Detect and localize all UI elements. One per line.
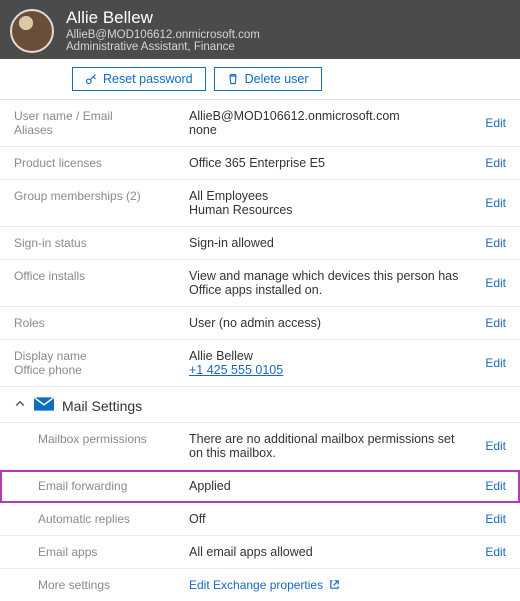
user-role: Administrative Assistant, Finance xyxy=(66,41,260,53)
office-phone-link[interactable]: +1 425 555 0105 xyxy=(189,363,462,377)
delete-user-button[interactable]: Delete user xyxy=(214,67,322,91)
label-email-apps: Email apps xyxy=(14,545,189,559)
label-roles: Roles xyxy=(14,316,189,330)
label-group-memberships: Group memberships (2) xyxy=(14,189,189,203)
edit-mailbox-permissions[interactable]: Edit xyxy=(485,439,506,453)
label-office-installs: Office installs xyxy=(14,269,189,283)
value-display-name: Allie Bellew +1 425 555 0105 xyxy=(189,349,462,377)
user-header-text: Allie Bellew AllieB@MOD106612.onmicrosof… xyxy=(66,8,260,53)
row-username-email: User name / Email Aliases AllieB@MOD1066… xyxy=(0,100,520,147)
row-email-forwarding: Email forwarding Applied Edit xyxy=(0,470,520,503)
value-email-apps: All email apps allowed xyxy=(189,545,462,559)
value-group-memberships: All Employees Human Resources xyxy=(189,189,462,217)
label-username-email: User name / Email Aliases xyxy=(14,109,189,137)
edit-group-memberships[interactable]: Edit xyxy=(485,196,506,210)
delete-user-label: Delete user xyxy=(245,72,309,86)
value-more-settings: Edit Exchange properties xyxy=(189,578,462,592)
user-name: Allie Bellew xyxy=(66,8,260,28)
value-product-licenses: Office 365 Enterprise E5 xyxy=(189,156,462,170)
value-username-email: AllieB@MOD106612.onmicrosoft.com none xyxy=(189,109,462,137)
label-more-settings: More settings xyxy=(14,578,189,592)
trash-icon xyxy=(227,73,239,85)
row-mailbox-permissions: Mailbox permissions There are no additio… xyxy=(0,423,520,470)
label-mailbox-permissions: Mailbox permissions xyxy=(14,432,189,446)
row-automatic-replies: Automatic replies Off Edit xyxy=(0,503,520,536)
action-bar: Reset password Delete user xyxy=(0,59,520,100)
value-roles: User (no admin access) xyxy=(189,316,462,330)
edit-office-installs[interactable]: Edit xyxy=(485,276,506,290)
mail-settings-header[interactable]: Mail Settings xyxy=(0,387,520,423)
label-email-forwarding: Email forwarding xyxy=(14,479,189,493)
edit-signin-status[interactable]: Edit xyxy=(485,236,506,250)
row-display-name: Display name Office phone Allie Bellew +… xyxy=(0,340,520,387)
edit-automatic-replies[interactable]: Edit xyxy=(485,512,506,526)
value-automatic-replies: Off xyxy=(189,512,462,526)
chevron-up-icon xyxy=(14,398,26,413)
row-office-installs: Office installs View and manage which de… xyxy=(0,260,520,307)
label-signin-status: Sign-in status xyxy=(14,236,189,250)
reset-password-label: Reset password xyxy=(103,72,193,86)
row-roles: Roles User (no admin access) Edit xyxy=(0,307,520,340)
user-header: Allie Bellew AllieB@MOD106612.onmicrosof… xyxy=(0,0,520,59)
value-office-installs: View and manage which devices this perso… xyxy=(189,269,462,297)
mail-settings-title: Mail Settings xyxy=(62,398,142,414)
edit-display-name[interactable]: Edit xyxy=(485,356,506,370)
avatar xyxy=(10,9,54,53)
edit-exchange-properties-link[interactable]: Edit Exchange properties xyxy=(189,578,340,592)
value-mailbox-permissions: There are no additional mailbox permissi… xyxy=(189,432,462,460)
row-group-memberships: Group memberships (2) All Employees Huma… xyxy=(0,180,520,227)
mail-icon xyxy=(34,397,54,414)
edit-username-email[interactable]: Edit xyxy=(485,116,506,130)
key-icon xyxy=(85,73,97,85)
row-product-licenses: Product licenses Office 365 Enterprise E… xyxy=(0,147,520,180)
label-product-licenses: Product licenses xyxy=(14,156,189,170)
row-more-settings: More settings Edit Exchange properties xyxy=(0,569,520,601)
label-display-name: Display name Office phone xyxy=(14,349,189,377)
row-signin-status: Sign-in status Sign-in allowed Edit xyxy=(0,227,520,260)
edit-product-licenses[interactable]: Edit xyxy=(485,156,506,170)
label-automatic-replies: Automatic replies xyxy=(14,512,189,526)
row-email-apps: Email apps All email apps allowed Edit xyxy=(0,536,520,569)
edit-email-apps[interactable]: Edit xyxy=(485,545,506,559)
value-email-forwarding: Applied xyxy=(189,479,462,493)
external-link-icon xyxy=(326,578,340,592)
edit-email-forwarding[interactable]: Edit xyxy=(485,479,506,493)
edit-roles[interactable]: Edit xyxy=(485,316,506,330)
reset-password-button[interactable]: Reset password xyxy=(72,67,206,91)
value-signin-status: Sign-in allowed xyxy=(189,236,462,250)
user-email: AllieB@MOD106612.onmicrosoft.com xyxy=(66,29,260,41)
